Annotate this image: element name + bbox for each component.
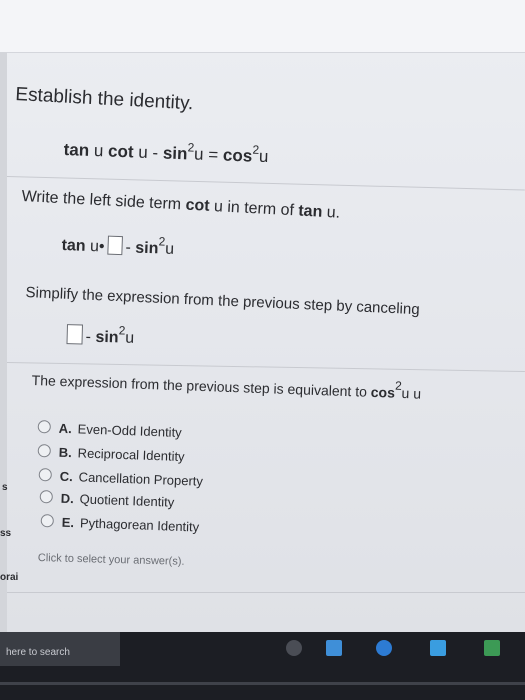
answer-box-1[interactable] [107,235,123,256]
task-view-icon[interactable] [326,640,342,656]
edge-text-2: ss [0,528,12,539]
option-letter: C. [59,468,73,485]
cortana-icon[interactable] [286,640,302,656]
step2-expr-u: u [125,329,135,347]
taskbar-search-box[interactable]: here to search [0,632,120,666]
option-letter: B. [58,444,72,461]
identity-u4: u [258,146,269,167]
radio-button-icon[interactable] [37,444,51,458]
left-panel-edge [0,52,7,632]
edge-browser-icon[interactable] [376,640,392,656]
radio-button-icon[interactable] [39,490,53,504]
identity-cos: cos [222,145,253,166]
identity-tan: tan [63,140,90,160]
identity-u3: u [193,144,204,164]
radio-button-icon[interactable] [37,420,51,434]
step3-trail: u [413,385,422,402]
step2-expr-exponent: 2 [118,323,126,338]
taskbar-search-text: here to search [6,647,70,658]
step3-u: u [401,384,410,402]
step1-cot: cot [185,196,210,215]
step1-expr-u2: u [164,240,175,258]
identity-minus: - [152,143,159,163]
step1-expr-sin: sin [135,239,159,258]
edge-text-1: s [2,482,8,493]
taskbar-strip [0,682,525,685]
taskbar: here to search [0,632,525,700]
step1-u: u [213,198,224,216]
step3-cos: cos [370,383,396,401]
step2-expression: - sin2u [63,323,135,348]
step1-u2: u. [326,203,341,222]
screen: Establish the identity. tan u cot u - si… [0,0,525,700]
answer-box-2[interactable] [66,324,83,345]
app-icon[interactable] [484,640,500,656]
step1-expr-minus: - [125,239,132,257]
option-letter: E. [61,514,75,531]
identity-u1: u [93,141,104,161]
step1-expr-exponent: 2 [158,234,166,249]
step1-tan: tan [297,202,323,221]
step2-expr-minus: - [85,328,92,346]
identity-exponent2: 2 [252,142,260,157]
store-icon[interactable] [430,640,446,656]
step1-expr-tan: tan [61,236,86,255]
identity-equals: = [207,145,219,165]
identity-sin: sin [162,143,188,164]
identity-cot: cot [107,141,134,162]
step1-expr-dot: • [98,238,105,256]
identity-exponent: 2 [187,140,195,155]
top-header-bar [0,0,525,53]
edge-text-3: orai [0,572,19,583]
radio-button-icon[interactable] [40,514,54,528]
step2-expr-sin: sin [95,328,119,347]
step1-mid: in term of [226,198,295,220]
divider-3 [7,592,525,593]
option-letter: A. [58,420,72,437]
identity-u2: u [137,142,149,162]
step1-expression: tan u• - sin2u [61,234,174,259]
option-letter: D. [60,490,74,507]
step3-exponent: 2 [394,378,403,393]
radio-button-icon[interactable] [38,468,52,482]
